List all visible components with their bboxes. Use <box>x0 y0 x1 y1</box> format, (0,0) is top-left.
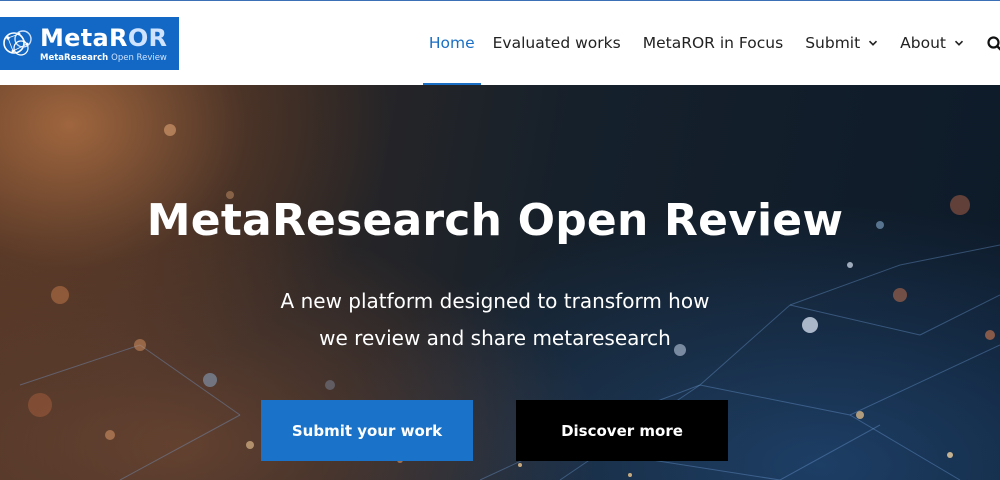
chevron-down-icon <box>954 40 964 46</box>
main-nav: Home Evaluated works MetaROR in Focus Su… <box>422 1 972 85</box>
chevron-down-icon <box>869 40 878 46</box>
nav-item-label: Submit <box>805 34 861 52</box>
logo-subtitle: MetaResearch Open Review <box>40 53 167 63</box>
nav-item-label: About <box>900 34 946 52</box>
hero-subtitle-line: we review and share metaresearch <box>319 326 671 350</box>
hero-section: MetaResearch Open Review A new platform … <box>0 85 1000 480</box>
discover-more-button[interactable]: Discover more <box>516 400 728 461</box>
site-header: MetaROR MetaResearch Open Review Home Ev… <box>0 1 1000 85</box>
nav-item-home[interactable]: Home <box>422 1 481 85</box>
nav-item-about[interactable]: About <box>900 1 964 85</box>
hero-subtitle: A new platform designed to transform how… <box>245 283 745 357</box>
nav-item-label: Home <box>428 34 475 52</box>
nav-item-evaluated-works[interactable]: Evaluated works <box>493 1 621 85</box>
logo-text: MetaROR MetaResearch Open Review <box>40 25 167 64</box>
submit-your-work-button[interactable]: Submit your work <box>261 400 473 461</box>
hero-subtitle-line: A new platform designed to transform how <box>280 289 710 313</box>
nav-item-label: MetaROR in Focus <box>642 34 784 52</box>
hero-title: MetaResearch Open Review <box>146 195 844 246</box>
site-logo[interactable]: MetaROR MetaResearch Open Review <box>0 17 179 70</box>
logo-title: MetaROR <box>40 24 168 52</box>
nav-item-metaror-in-focus[interactable]: MetaROR in Focus <box>643 1 783 85</box>
nav-item-submit[interactable]: Submit <box>805 1 878 85</box>
logo-globe-icon <box>3 30 32 56</box>
nav-item-label: Evaluated works <box>492 34 621 52</box>
search-icon[interactable] <box>986 35 1000 53</box>
